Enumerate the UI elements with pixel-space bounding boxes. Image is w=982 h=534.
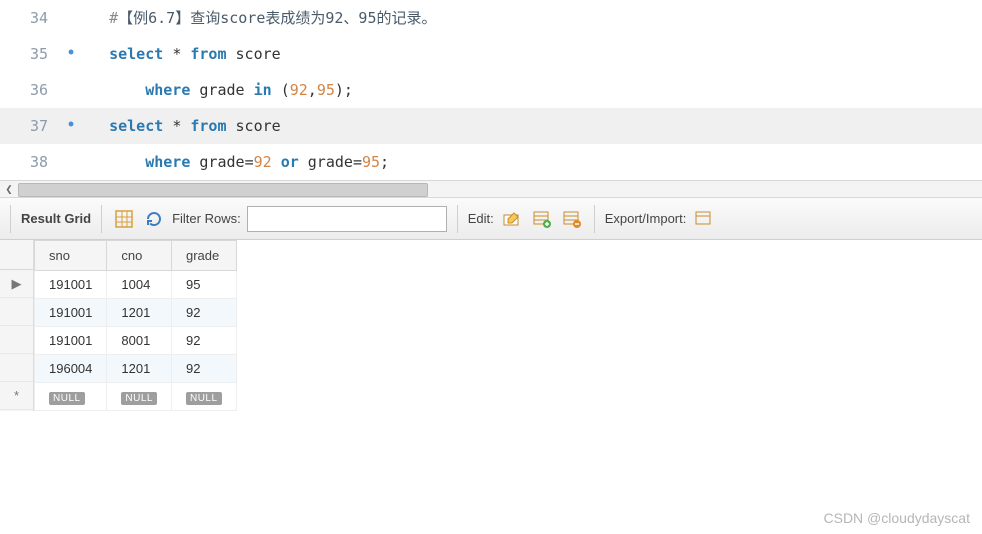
- breakpoint-marker[interactable]: •: [60, 108, 82, 144]
- line-number: 35: [0, 36, 60, 72]
- table-cell[interactable]: 1201: [107, 355, 172, 383]
- breakpoint-marker[interactable]: •: [60, 36, 82, 72]
- row-indicator-new[interactable]: *: [0, 382, 33, 410]
- code-line[interactable]: 34 #【例6.7】查询score表成绩为92、95的记录。: [0, 0, 982, 36]
- table-cell[interactable]: 191001: [35, 271, 107, 299]
- code-line[interactable]: 37• select * from score: [0, 108, 982, 144]
- table-cell[interactable]: 8001: [107, 327, 172, 355]
- row-indicator[interactable]: ▶: [0, 270, 33, 298]
- edit-row-icon[interactable]: [500, 207, 524, 231]
- grid-icon[interactable]: [112, 207, 136, 231]
- result-grid-label: Result Grid: [21, 211, 91, 226]
- code-line[interactable]: 36 where grade in (92,95);: [0, 72, 982, 108]
- sql-editor[interactable]: 34 #【例6.7】查询score表成绩为92、95的记录。35• select…: [0, 0, 982, 180]
- table-cell[interactable]: 95: [171, 271, 236, 299]
- grid-row-gutter: ▶*: [0, 240, 34, 411]
- filter-rows-label: Filter Rows:: [172, 211, 241, 226]
- code-content[interactable]: where grade in (92,95);: [82, 72, 353, 108]
- code-content[interactable]: #【例6.7】查询score表成绩为92、95的记录。: [82, 0, 437, 36]
- delete-row-icon[interactable]: [560, 207, 584, 231]
- result-table[interactable]: snocnograde 1910011004951910011201921910…: [34, 240, 237, 411]
- column-header[interactable]: cno: [107, 241, 172, 271]
- code-line[interactable]: 38 where grade=92 or grade=95;: [0, 144, 982, 180]
- code-content[interactable]: select * from score: [82, 36, 281, 72]
- code-content[interactable]: where grade=92 or grade=95;: [82, 144, 389, 180]
- export-icon[interactable]: [692, 207, 716, 231]
- result-toolbar: Result Grid Filter Rows: Edit: Export/Im…: [0, 198, 982, 240]
- insert-row-icon[interactable]: [530, 207, 554, 231]
- separator: [457, 205, 458, 233]
- gutter-header: [0, 240, 33, 270]
- line-number: 36: [0, 72, 60, 108]
- scroll-left-arrow[interactable]: ❮: [0, 182, 18, 197]
- line-number: 34: [0, 0, 60, 36]
- table-cell-null[interactable]: NULL: [171, 383, 236, 411]
- separator: [594, 205, 595, 233]
- export-import-label: Export/Import:: [605, 211, 687, 226]
- scroll-thumb[interactable]: [18, 183, 428, 197]
- table-cell[interactable]: 92: [171, 355, 236, 383]
- table-cell[interactable]: 92: [171, 299, 236, 327]
- table-cell[interactable]: 92: [171, 327, 236, 355]
- table-cell[interactable]: 191001: [35, 327, 107, 355]
- table-cell[interactable]: 1004: [107, 271, 172, 299]
- code-line[interactable]: 35• select * from score: [0, 36, 982, 72]
- filter-rows-input[interactable]: [247, 206, 447, 232]
- table-cell[interactable]: 196004: [35, 355, 107, 383]
- row-indicator[interactable]: [0, 326, 33, 354]
- refresh-icon[interactable]: [142, 207, 166, 231]
- table-cell[interactable]: 191001: [35, 299, 107, 327]
- line-number: 37: [0, 108, 60, 144]
- table-row[interactable]: 191001800192: [35, 327, 237, 355]
- row-indicator[interactable]: [0, 354, 33, 382]
- table-cell[interactable]: 1201: [107, 299, 172, 327]
- code-content[interactable]: select * from score: [82, 108, 281, 144]
- table-row[interactable]: 196004120192: [35, 355, 237, 383]
- result-grid[interactable]: ▶* snocnograde 1910011004951910011201921…: [0, 240, 982, 411]
- table-row[interactable]: 191001120192: [35, 299, 237, 327]
- separator: [10, 205, 11, 233]
- table-cell-null[interactable]: NULL: [35, 383, 107, 411]
- row-indicator[interactable]: [0, 298, 33, 326]
- editor-horizontal-scrollbar[interactable]: ❮: [0, 180, 982, 198]
- table-row[interactable]: 191001100495: [35, 271, 237, 299]
- edit-label: Edit:: [468, 211, 494, 226]
- separator: [101, 205, 102, 233]
- watermark: CSDN @cloudydayscat: [824, 510, 971, 526]
- table-cell-null[interactable]: NULL: [107, 383, 172, 411]
- column-header[interactable]: grade: [171, 241, 236, 271]
- table-row-new[interactable]: NULLNULLNULL: [35, 383, 237, 411]
- scroll-track[interactable]: [18, 181, 982, 197]
- line-number: 38: [0, 144, 60, 180]
- column-header[interactable]: sno: [35, 241, 107, 271]
